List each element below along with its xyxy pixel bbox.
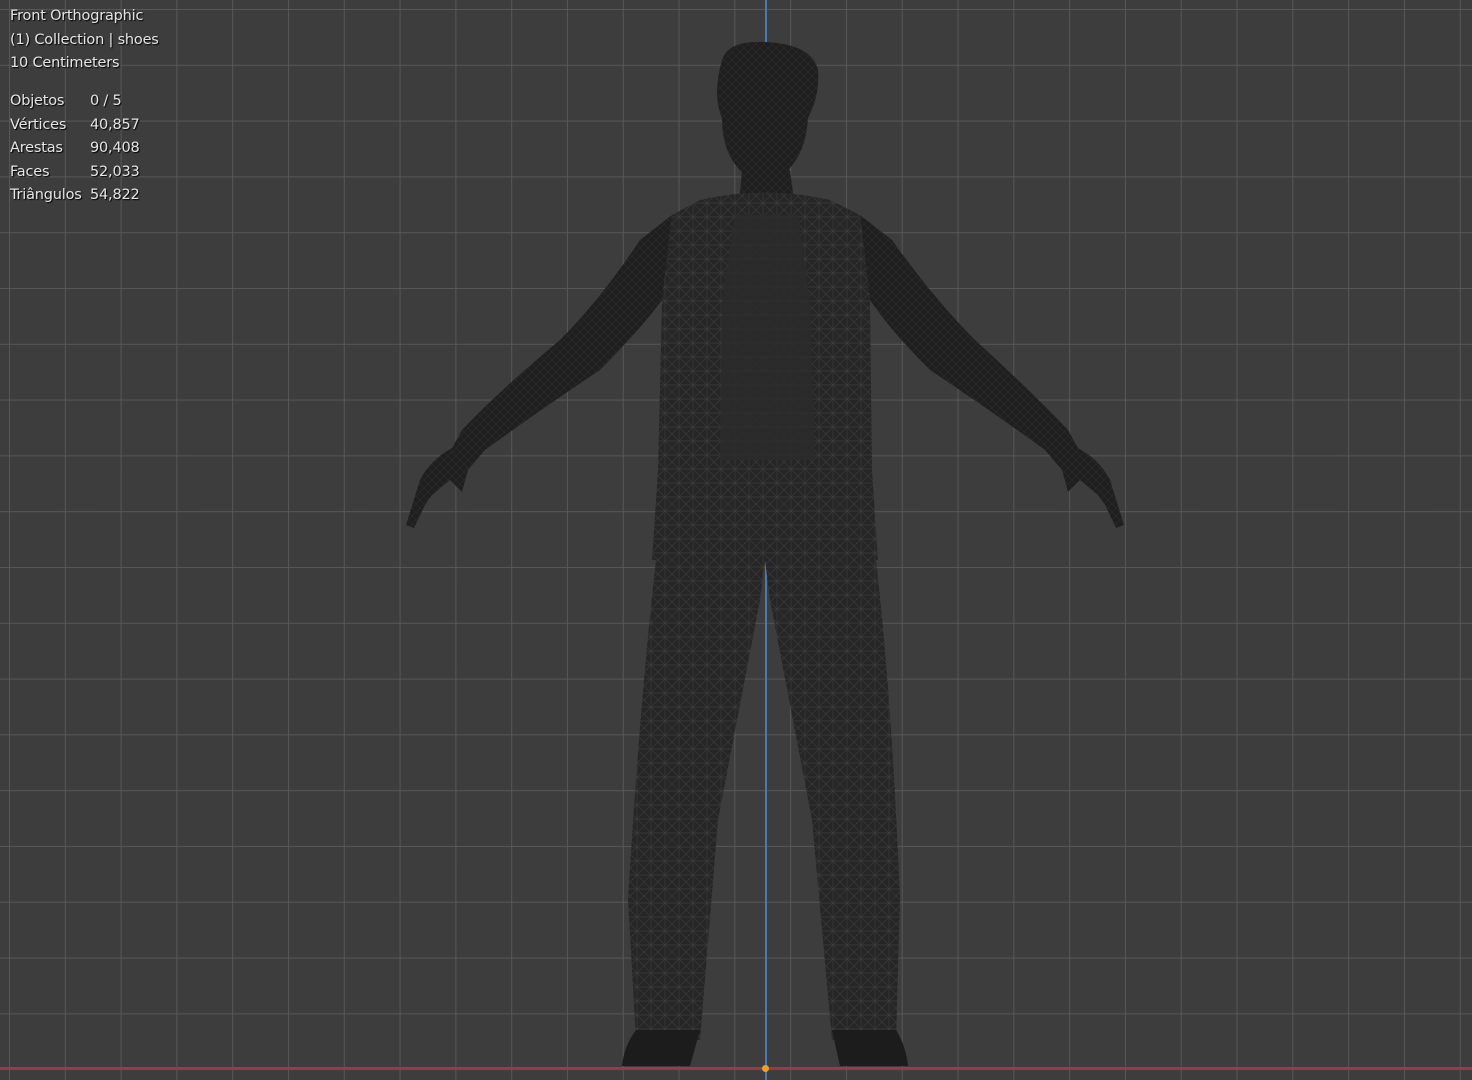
stat-value: 90,408	[90, 140, 140, 156]
scene-statistics: Objetos 0 / 5 Vértices 40,857 Arestas 90…	[10, 90, 140, 208]
view-name: Front Orthographic	[10, 8, 144, 24]
stat-row: Arestas 90,408	[10, 137, 140, 161]
model-arm-right	[860, 215, 1078, 470]
3d-viewport[interactable]: Front Orthographic (1) Collection | shoe…	[0, 0, 1472, 1080]
model-arm-left	[452, 215, 672, 470]
model-shoe-left	[622, 1030, 700, 1066]
model-hand-right	[1062, 448, 1124, 528]
stat-label: Faces	[10, 163, 50, 180]
stat-label: Arestas	[10, 140, 63, 156]
stat-value: 0 / 5	[90, 93, 122, 109]
stat-label: Objetos	[10, 93, 65, 109]
stat-row: Triângulos 54,822	[10, 184, 140, 208]
stat-value: 40,857	[90, 116, 140, 133]
stat-row: Objetos 0 / 5	[10, 90, 140, 114]
stat-value: 54,822	[90, 187, 140, 203]
stat-label: Vértices	[10, 116, 67, 133]
model-head	[717, 41, 819, 183]
stat-value: 52,033	[90, 163, 140, 180]
character-model[interactable]	[0, 0, 1472, 1080]
viewport-info: Front Orthographic (1) Collection | shoe…	[10, 5, 159, 76]
model-leg-left	[628, 560, 765, 1040]
grid-scale-label: 10 Centimeters	[10, 55, 120, 71]
stat-row: Faces 52,033	[10, 161, 140, 185]
collection-label: (1) Collection | shoes	[10, 31, 159, 48]
stat-row: Vértices 40,857	[10, 114, 140, 138]
model-shoe-right	[832, 1030, 908, 1066]
model-leg-right	[765, 560, 900, 1040]
model-shirt	[720, 215, 815, 460]
stat-label: Triângulos	[10, 187, 82, 203]
world-origin-marker	[762, 1065, 769, 1072]
model-hand-left	[406, 448, 468, 528]
